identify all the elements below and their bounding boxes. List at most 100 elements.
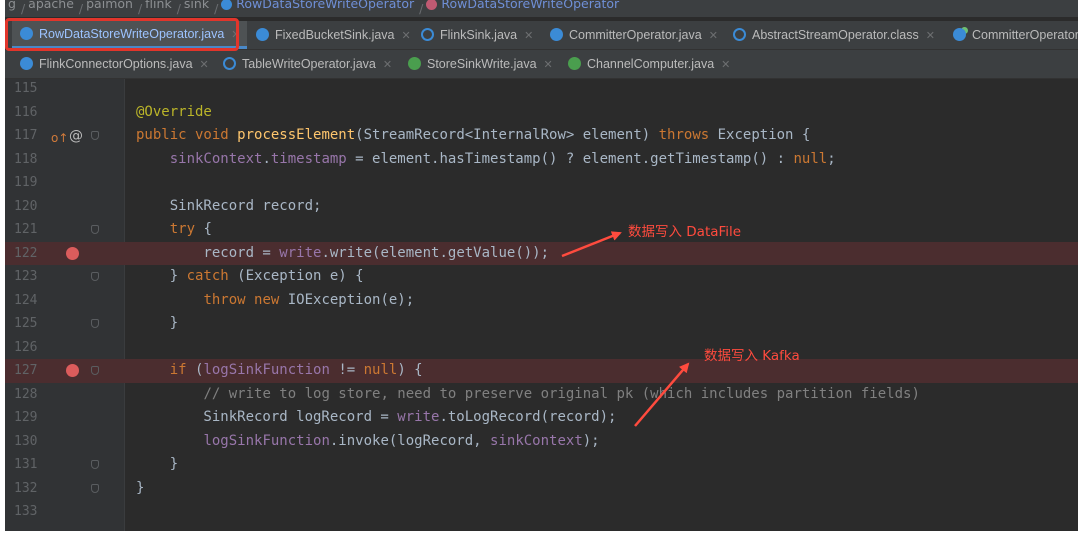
code-text[interactable]: throw new IOException(e); bbox=[136, 289, 414, 313]
breadcrumb-item[interactable]: apache bbox=[28, 0, 74, 12]
code-line[interactable]: 131 } bbox=[5, 453, 1078, 477]
annotation-kafka: 数据写入 Kafka bbox=[704, 348, 800, 364]
code-line[interactable]: 126 bbox=[5, 336, 1078, 360]
editor-tab[interactable]: StoreSinkWrite.java ✕ bbox=[400, 50, 559, 78]
fold-icon[interactable] bbox=[91, 460, 99, 469]
code-line[interactable]: 124 throw new IOException(e); bbox=[5, 289, 1078, 313]
code-line[interactable]: 117 o↑ @ public void processElement(StreamR… bbox=[5, 124, 1078, 148]
breadcrumb-separator: / bbox=[419, 1, 424, 16]
interface-icon bbox=[408, 57, 421, 71]
breadcrumb-item[interactable]: sink bbox=[184, 0, 209, 12]
breadcrumb-item[interactable]: g bbox=[8, 0, 16, 12]
code-text[interactable]: @Override bbox=[136, 101, 212, 125]
breakpoint-icon[interactable] bbox=[66, 246, 79, 260]
editor-tab[interactable]: ChannelComputer.java ✕ bbox=[560, 50, 736, 78]
fold-icon[interactable] bbox=[91, 272, 99, 281]
fold-icon[interactable] bbox=[91, 483, 99, 493]
editor-tab[interactable]: FlinkConnectorOptions.java ✕ bbox=[12, 50, 215, 78]
line-number: 116 bbox=[14, 104, 38, 120]
code-text[interactable]: sinkContext.timestamp = element.hasTimes… bbox=[136, 148, 836, 172]
breadcrumb: g / apache / paimon / flink / sink / RowDataStoreW… bbox=[5, 0, 1078, 17]
editor-tab[interactable]: TableWriteOperator.java ✕ bbox=[215, 50, 398, 78]
code-line[interactable]: 133 bbox=[5, 500, 1078, 524]
code-text[interactable]: logSinkFunction.invoke(logRecord, sinkCo… bbox=[136, 430, 599, 454]
line-number: 120 bbox=[14, 198, 38, 214]
code-text[interactable]: public void processElement(StreamRecord<… bbox=[136, 124, 810, 148]
code-line[interactable]: 119 bbox=[5, 171, 1078, 195]
code-line[interactable]: 118 sinkContext.timestamp = element.hasT… bbox=[5, 148, 1078, 172]
line-number: 115 bbox=[14, 81, 38, 96]
breadcrumb-label: sink bbox=[183, 0, 210, 11]
breadcrumb-item[interactable]: paimon bbox=[86, 0, 133, 12]
close-icon[interactable]: ✕ bbox=[709, 30, 718, 42]
breadcrumb-separator: / bbox=[214, 1, 219, 16]
breadcrumb-item[interactable]: RowDataStoreWriteOperator bbox=[221, 0, 414, 12]
line-number: 126 bbox=[14, 339, 38, 355]
editor-tab[interactable]: CommitterOperator✕ bbox=[945, 21, 1078, 49]
active-tab-highlight-box bbox=[5, 18, 239, 51]
code-line[interactable]: 115 bbox=[5, 77, 1078, 101]
editor-tab[interactable]: FlinkSink.java ✕ bbox=[413, 21, 539, 49]
code-text[interactable]: record = write.write(element.getValue())… bbox=[136, 242, 549, 266]
code-line[interactable]: 129 SinkRecord logRecord = write.toLogRe… bbox=[5, 406, 1078, 430]
code-text[interactable]: } catch (Exception e) { bbox=[136, 265, 364, 289]
code-line[interactable]: 116 @Override bbox=[5, 101, 1078, 125]
code-line[interactable]: 130 logSinkFunction.invoke(logRecord, si… bbox=[5, 430, 1078, 454]
close-icon[interactable]: ✕ bbox=[524, 30, 533, 42]
breadcrumb-separator: / bbox=[20, 1, 26, 16]
code-line[interactable]: 122 record = write.write(element.getValu… bbox=[5, 241, 1078, 266]
annotation-icon[interactable]: @ bbox=[69, 125, 83, 149]
code-text[interactable]: if (logSinkFunction != null) { bbox=[136, 359, 423, 383]
code-text[interactable]: SinkRecord record; bbox=[136, 195, 322, 219]
code-line[interactable]: 121 try { bbox=[5, 218, 1078, 242]
tab-label: FlinkConnectorOptions.java bbox=[39, 57, 193, 71]
editor-tab[interactable]: FixedBucketSink.java ✕ bbox=[248, 21, 417, 49]
close-icon[interactable]: ✕ bbox=[926, 30, 935, 42]
line-number: 125 bbox=[14, 316, 38, 331]
code-text[interactable]: } bbox=[136, 312, 178, 336]
tab-label: TableWriteOperator.java bbox=[242, 57, 376, 71]
line-number: 130 bbox=[14, 433, 38, 449]
tab-label: ChannelComputer.java bbox=[587, 57, 715, 71]
code-line[interactable]: 123 } catch (Exception e) { bbox=[5, 265, 1078, 289]
line-number: 122 bbox=[14, 245, 38, 261]
code-text[interactable]: } bbox=[136, 453, 178, 477]
code-text[interactable]: SinkRecord logRecord = write.toLogRecord… bbox=[136, 406, 616, 430]
editor-tab[interactable]: CommitterOperator.java ✕ bbox=[542, 21, 724, 49]
line-number: 127 bbox=[14, 363, 38, 378]
tab-label: CommitterOperator.java bbox=[569, 28, 702, 42]
close-icon[interactable]: ✕ bbox=[544, 59, 553, 71]
fold-icon[interactable] bbox=[91, 225, 99, 234]
code-text[interactable]: } bbox=[136, 477, 144, 501]
fold-icon[interactable] bbox=[91, 131, 99, 140]
breadcrumb-label: RowDataStoreWriteOperator bbox=[441, 0, 620, 11]
breakpoint-icon[interactable] bbox=[66, 364, 79, 377]
line-number: 118 bbox=[14, 151, 38, 167]
code-text[interactable]: // write to log store, need to preserve … bbox=[136, 383, 919, 407]
line-number: 131 bbox=[14, 457, 38, 472]
breadcrumb-item[interactable]: RowDataStoreWriteOperator bbox=[426, 0, 619, 12]
ide-window: g / apache / paimon / flink / sink / RowDataStoreW… bbox=[5, 0, 1078, 531]
close-icon[interactable]: ✕ bbox=[402, 30, 411, 42]
code-line[interactable]: 125 } bbox=[5, 312, 1078, 336]
method-icon bbox=[426, 0, 438, 10]
breadcrumb-separator: / bbox=[176, 1, 181, 16]
class-icon bbox=[256, 28, 269, 42]
editor-tab[interactable]: AbstractStreamOperator.class ✕ bbox=[725, 21, 941, 49]
tab-label: FlinkSink.java bbox=[440, 28, 518, 42]
close-icon[interactable]: ✕ bbox=[721, 59, 730, 71]
class-icon bbox=[221, 0, 233, 10]
breadcrumb-item[interactable]: flink bbox=[145, 0, 172, 12]
code-line[interactable]: 132} bbox=[5, 477, 1078, 501]
close-icon[interactable]: ✕ bbox=[200, 59, 209, 71]
breadcrumb-label: g bbox=[8, 0, 16, 11]
code-line[interactable]: 128 // write to log store, need to prese… bbox=[5, 383, 1078, 407]
annotation-datafile: 数据写入 DataFile bbox=[628, 224, 742, 240]
fold-icon[interactable] bbox=[91, 366, 99, 375]
abstract-class-icon bbox=[421, 28, 434, 42]
close-icon[interactable]: ✕ bbox=[383, 59, 392, 71]
fold-icon[interactable] bbox=[91, 319, 99, 328]
code-line[interactable]: 120 SinkRecord record; bbox=[5, 195, 1078, 219]
code-line[interactable]: 127 if (logSinkFunction != null) { bbox=[5, 359, 1078, 383]
code-text[interactable]: try { bbox=[136, 218, 212, 242]
